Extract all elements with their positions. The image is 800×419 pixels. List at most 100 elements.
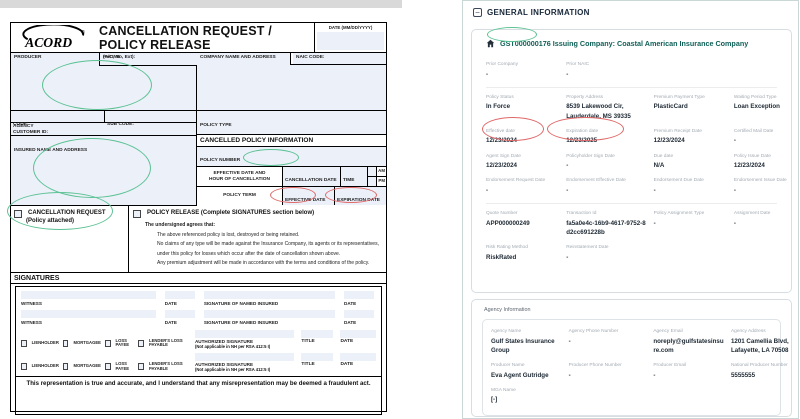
field-agent-sign-date: Agent Sign Date12/23/2024 — [486, 154, 560, 171]
witness-signature-input[interactable] — [21, 291, 156, 299]
field-endorsement-effective-date: Endorsement Effective Date- — [566, 178, 647, 195]
agency-info-inner: Agency NameGulf States Insurance Group A… — [482, 319, 781, 416]
phone-field[interactable]: PHONE (A/C, No, Ext): — [99, 53, 199, 66]
svg-text:ACORD: ACORD — [24, 35, 72, 50]
producer-field[interactable]: PRODUCER PHONE (A/C, No, Ext): — [11, 53, 196, 111]
title-input[interactable] — [301, 330, 333, 338]
mortgagee-checkbox[interactable] — [63, 363, 69, 370]
insured-signature-input[interactable] — [204, 310, 335, 318]
signatures-header: SIGNATURES — [11, 273, 386, 284]
field-policy-status: Policy StatusIn Force — [486, 95, 560, 121]
mortgagee-checkbox[interactable] — [63, 340, 69, 347]
am-checkbox[interactable] — [368, 167, 377, 176]
acord-cancellation-form: ACORD ® CANCELLATION REQUEST / POLICY RE… — [10, 22, 387, 412]
agency-info-header: Agency Information — [472, 300, 791, 313]
policy-number-text[interactable]: GST000000176 — [500, 39, 551, 48]
subcode-field[interactable]: SUB CODE: — [105, 111, 196, 122]
field-agency-address: Agency Address1201 Camellia Blvd, Lafaye… — [731, 329, 790, 355]
am-pm-cell: AM PM — [368, 167, 386, 186]
authorized-signature-input[interactable] — [195, 330, 294, 338]
insured-date-input[interactable] — [344, 310, 374, 318]
field-effective-date: Effective date12/23/2024 — [486, 129, 560, 146]
agreement-text: The undersigned agrees that: The above r… — [133, 221, 382, 269]
naic-code-field[interactable]: NAIC CODE: — [290, 53, 386, 65]
acord-logo-swoosh: ACORD ® — [22, 25, 88, 51]
lienholder-checkbox[interactable] — [21, 363, 27, 370]
field-due-date: Due dateN/A — [654, 154, 728, 171]
field-policy-issue-date: Policy Issue Date12/23/2024 — [734, 154, 792, 171]
witness-date-input[interactable] — [165, 291, 195, 299]
authorized-signature-input[interactable] — [195, 353, 294, 361]
field-transaction-id: Transaction Idfa5a0e4c-16b9-4617-9752-8d… — [566, 211, 647, 237]
auth-date-input[interactable] — [340, 330, 376, 338]
home-icon — [486, 39, 495, 48]
auth-date-input[interactable] — [340, 353, 376, 361]
field-agency-name: Agency NameGulf States Insurance Group — [491, 329, 563, 355]
policy-release-checkbox[interactable] — [133, 210, 141, 218]
producer-label: PRODUCER — [14, 55, 41, 61]
field-reinstatement-date: Reinstatement Date- — [566, 245, 647, 262]
field-producer-email: Producer Email- — [653, 363, 725, 380]
signatures-box: WITNESS DATE SIGNATURE OF NAMED INSURED … — [15, 286, 382, 415]
field-waiting-period-type: Waiting Period TypeLoan Exception — [734, 95, 792, 121]
lenders-loss-payable-checkbox[interactable] — [138, 340, 144, 347]
cancellation-request-cell: CANCELLATION REQUEST (Policy attached) — [11, 206, 129, 272]
general-information-panel: − GENERAL INFORMATION GST000000176 Issui… — [462, 0, 799, 419]
cancelled-policy-info-header: CANCELLED POLICY INFORMATION — [197, 135, 386, 147]
collapse-section-button[interactable]: − — [473, 8, 482, 17]
phone-label-2: (A/C, No, Ext): — [103, 55, 135, 61]
insured-date-input[interactable] — [344, 291, 374, 299]
date-input[interactable] — [317, 32, 384, 50]
insured-signature-input[interactable] — [204, 291, 335, 299]
screenshot-root: ACORD ® CANCELLATION REQUEST / POLICY RE… — [0, 0, 800, 419]
field-premium-receipt-date: Premium Receipt Date12/23/2024 — [654, 129, 728, 146]
field-prior-naic: Prior NAIC- — [566, 62, 647, 79]
field-risk-rating-method: Risk Rating MethodRiskRated — [486, 245, 560, 262]
cancellation-request-checkbox[interactable] — [14, 210, 22, 218]
viewer-top-strip — [0, 0, 402, 8]
witness-signature-input[interactable] — [21, 310, 156, 318]
field-quote-number: Quote NumberAPP000000249 — [486, 211, 560, 237]
code-field[interactable]: CODE: — [11, 111, 105, 122]
form-title: CANCELLATION REQUEST / POLICY RELEASE — [99, 23, 314, 52]
time-field[interactable]: TIME — [341, 167, 368, 186]
acord-logo: ACORD ® — [11, 23, 99, 52]
lienholder-checkbox[interactable] — [21, 340, 27, 347]
policy-term-cell: POLICY TERM — [197, 187, 283, 205]
field-endorsement-issue-date: Endorsement Issue Date- — [734, 178, 792, 195]
policy-number-field[interactable]: POLICY NUMBER — [197, 147, 386, 167]
panel-title: GENERAL INFORMATION — [487, 8, 590, 17]
svg-text:®: ® — [81, 29, 85, 36]
field-agency-email: Agency Emailnoreply@gulfstatesinsure.com — [653, 329, 725, 355]
insured-name-address-field[interactable]: INSURED NAME AND ADDRESS — [11, 136, 196, 206]
policy-type-field[interactable]: POLICY TYPE — [197, 111, 386, 135]
form-header: ACORD ® CANCELLATION REQUEST / POLICY RE… — [11, 23, 386, 53]
field-mga-name: MGA Name[-] — [491, 388, 563, 405]
date-label: DATE (MM/DD/YYYY) — [315, 23, 386, 30]
pm-checkbox[interactable] — [368, 177, 377, 186]
loss-payee-checkbox[interactable] — [105, 340, 111, 347]
policy-info-card: GST000000176 Issuing Company: Coastal Am… — [471, 29, 792, 293]
cancellation-date-field[interactable]: CANCELLATION DATE — [283, 167, 341, 186]
field-policyholder-sign-date: Policyholder Sign Date- — [566, 154, 647, 171]
expiration-date-field[interactable]: EXPIRATION DATE — [335, 187, 386, 205]
authorized-signature-label: AUTHORIZED SIGNATURE (Not applicable in … — [195, 362, 294, 372]
field-assignment-date: Assignment Date- — [734, 211, 792, 237]
loss-payee-checkbox[interactable] — [105, 363, 111, 370]
policy-heading-link[interactable]: GST000000176 Issuing Company: Coastal Am… — [500, 39, 748, 48]
fraud-statement: This representation is true and accurate… — [16, 376, 381, 390]
field-producer-name: Producer NameEva Agent Gutridge — [491, 363, 563, 380]
field-premium-payment-type: Premium Payment TypePlasticCard — [654, 95, 728, 121]
field-prior-company: Prior Company- — [486, 62, 560, 79]
field-endorsement-due-date: Endorsement Due Date- — [654, 178, 728, 195]
field-national-producer-number: National Producer Number5555555 — [731, 363, 790, 380]
witness-date-input[interactable] — [165, 310, 195, 318]
agency-customer-id-field[interactable]: AGENCY CUSTOMER ID: — [11, 123, 196, 136]
policy-release-cell: POLICY RELEASE (Complete SIGNATURES sect… — [129, 206, 386, 272]
title-input[interactable] — [301, 353, 333, 361]
field-agency-phone: Agency Phone Number- — [569, 329, 648, 355]
company-name-address-field[interactable]: COMPANY NAME AND ADDRESS NAIC CODE: — [197, 53, 386, 111]
lenders-loss-payable-checkbox[interactable] — [138, 363, 144, 370]
field-producer-phone: Producer Phone Number- — [569, 363, 648, 380]
effective-date-field[interactable]: EFFECTIVE DATE — [283, 187, 335, 205]
